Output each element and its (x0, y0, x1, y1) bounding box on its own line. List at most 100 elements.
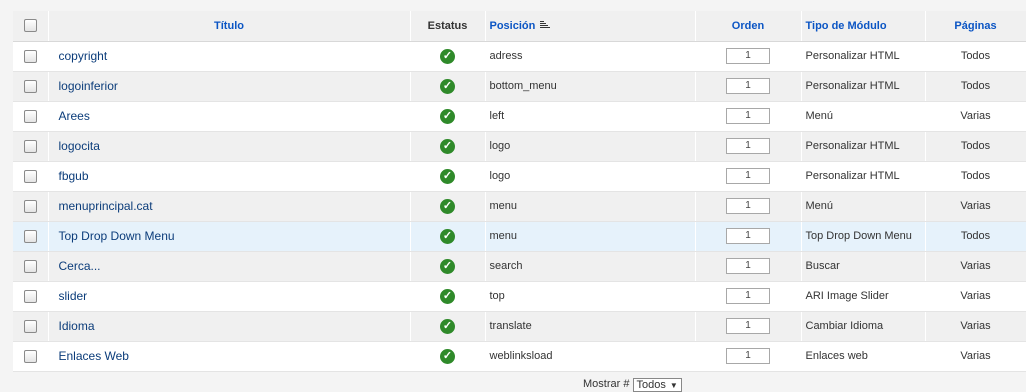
check-circle-icon[interactable]: ✓ (440, 348, 455, 364)
position-cell: top (485, 281, 696, 312)
module-title-link[interactable]: Enlaces Web (48, 341, 411, 372)
module-title-link[interactable]: copyright (48, 41, 411, 72)
module-type-cell: ARI Image Slider (801, 281, 926, 312)
header-paginas[interactable]: Páginas (925, 11, 1026, 42)
check-circle-icon[interactable]: ✓ (440, 108, 455, 124)
table-row: logocita ✓ logo 1 Personalizar HTML Todos (13, 131, 1026, 162)
module-title-link[interactable]: Arees (48, 101, 411, 132)
order-input[interactable]: 1 (726, 288, 770, 304)
position-cell: menu (485, 191, 696, 222)
order-input[interactable]: 1 (726, 258, 770, 274)
pages-cell: Varias (925, 311, 1026, 342)
show-count-value: Todos (636, 379, 666, 391)
pages-cell: Todos (925, 221, 1026, 252)
order-input[interactable]: 1 (726, 138, 770, 154)
order-input[interactable]: 1 (726, 108, 770, 124)
row-select-cell (13, 41, 49, 72)
row-select-cell (13, 71, 49, 102)
module-title-link[interactable]: slider (48, 281, 411, 312)
order-input[interactable]: 1 (726, 318, 770, 334)
position-cell: bottom_menu (485, 71, 696, 102)
check-circle-icon[interactable]: ✓ (440, 228, 455, 244)
status-cell: ✓ (410, 131, 486, 162)
row-checkbox[interactable] (23, 170, 37, 184)
module-type-cell: Personalizar HTML (801, 131, 926, 162)
row-checkbox[interactable] (23, 320, 37, 334)
header-posicion[interactable]: Posición (485, 11, 696, 42)
check-circle-icon[interactable]: ✓ (440, 78, 455, 94)
header-titulo[interactable]: Título (48, 11, 411, 42)
row-checkbox[interactable] (23, 260, 37, 274)
module-type-cell: Personalizar HTML (801, 161, 926, 192)
show-count-select[interactable]: Todos ▼ (632, 378, 682, 392)
row-select-cell (13, 161, 49, 192)
pages-cell: Todos (925, 41, 1026, 72)
check-circle-icon[interactable]: ✓ (440, 288, 455, 304)
module-type-cell: Menú (801, 191, 926, 222)
header-orden[interactable]: Orden (695, 11, 802, 42)
modules-table: Título Estatus Posición Orden Tipo de Mó… (13, 11, 1026, 372)
sort-ascending-icon[interactable] (538, 21, 551, 30)
position-cell: menu (485, 221, 696, 252)
row-checkbox[interactable] (23, 50, 37, 64)
check-circle-icon[interactable]: ✓ (440, 138, 455, 154)
select-all-header (13, 11, 49, 42)
order-cell: 1 (695, 191, 802, 222)
row-select-cell (13, 341, 49, 372)
module-type-cell: Cambiar Idioma (801, 311, 926, 342)
modules-table-wrapper: Título Estatus Posición Orden Tipo de Mó… (13, 11, 1026, 372)
table-row: Enlaces Web ✓ weblinksload 1 Enlaces web Vari… (13, 341, 1026, 372)
row-select-cell (13, 251, 49, 282)
row-checkbox[interactable] (23, 110, 37, 124)
header-posicion-label[interactable]: Posición (490, 20, 536, 32)
header-tipo[interactable]: Tipo de Módulo (801, 11, 926, 42)
order-input[interactable]: 1 (726, 348, 770, 364)
order-input[interactable]: 1 (726, 168, 770, 184)
module-title-link[interactable]: logoinferior (48, 71, 411, 102)
module-type-cell: Buscar (801, 251, 926, 282)
module-title-link[interactable]: Idioma (48, 311, 411, 342)
check-circle-icon[interactable]: ✓ (440, 258, 455, 274)
pages-cell: Todos (925, 161, 1026, 192)
status-cell: ✓ (410, 101, 486, 132)
row-checkbox[interactable] (23, 290, 37, 304)
row-checkbox[interactable] (23, 200, 37, 214)
module-type-cell: Personalizar HTML (801, 71, 926, 102)
check-circle-icon[interactable]: ✓ (440, 168, 455, 184)
select-all-checkbox[interactable] (23, 19, 37, 33)
order-input[interactable]: 1 (726, 198, 770, 214)
table-row: Top Drop Down Menu ✓ menu 1 Top Drop Down Me… (13, 221, 1026, 252)
order-cell: 1 (695, 41, 802, 72)
module-title-link[interactable]: fbgub (48, 161, 411, 192)
order-cell: 1 (695, 311, 802, 342)
module-title-link[interactable]: Top Drop Down Menu (48, 221, 411, 252)
order-input[interactable]: 1 (726, 78, 770, 94)
position-cell: adress (485, 41, 696, 72)
status-cell: ✓ (410, 41, 486, 72)
status-cell: ✓ (410, 251, 486, 282)
pages-cell: Varias (925, 251, 1026, 282)
row-select-cell (13, 221, 49, 252)
module-title-link[interactable]: menuprincipal.cat (48, 191, 411, 222)
module-title-link[interactable]: logocita (48, 131, 411, 162)
row-checkbox[interactable] (23, 80, 37, 94)
module-title-link[interactable]: Cerca... (48, 251, 411, 282)
table-row: menuprincipal.cat ✓ menu 1 Menú Varias (13, 191, 1026, 222)
pages-cell: Todos (925, 131, 1026, 162)
status-cell: ✓ (410, 71, 486, 102)
check-circle-icon[interactable]: ✓ (440, 318, 455, 334)
row-checkbox[interactable] (23, 350, 37, 364)
order-input[interactable]: 1 (726, 48, 770, 64)
module-type-cell: Personalizar HTML (801, 41, 926, 72)
check-circle-icon[interactable]: ✓ (440, 198, 455, 214)
row-checkbox[interactable] (23, 140, 37, 154)
table-body: copyright ✓ adress 1 Personalizar HTML Todos l… (13, 41, 1026, 372)
check-circle-icon[interactable]: ✓ (440, 48, 455, 64)
header-estatus[interactable]: Estatus (410, 11, 486, 42)
order-input[interactable]: 1 (726, 228, 770, 244)
table-row: Cerca... ✓ search 1 Buscar Varias (13, 251, 1026, 282)
module-type-cell: Menú (801, 101, 926, 132)
order-cell: 1 (695, 281, 802, 312)
order-cell: 1 (695, 71, 802, 102)
row-checkbox[interactable] (23, 230, 37, 244)
